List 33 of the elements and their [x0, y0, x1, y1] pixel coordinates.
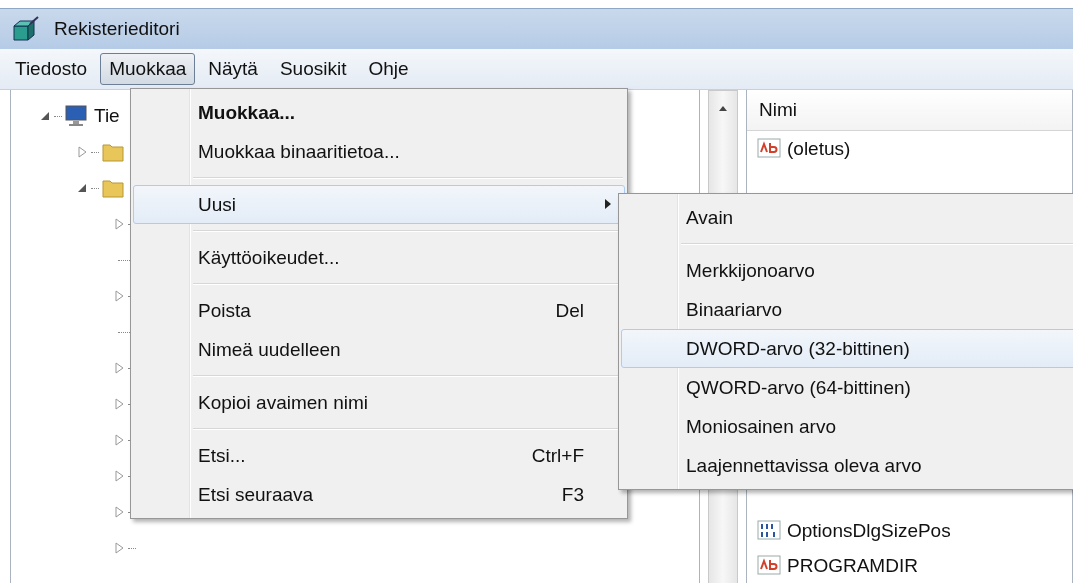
menu-item[interactable]: QWORD-arvo (64-bittinen): [621, 368, 1073, 407]
menu-item[interactable]: Binaariarvo: [621, 290, 1073, 329]
menu-bar-item[interactable]: Tiedosto: [6, 53, 97, 85]
menu-bar-item[interactable]: Muokkaa: [100, 53, 196, 85]
expand-arrow-icon[interactable]: [112, 541, 126, 555]
expand-arrow-icon[interactable]: [112, 433, 126, 447]
value-name[interactable]: OptionsDlgSizePos: [787, 519, 951, 542]
computer-icon: [64, 104, 88, 128]
menu-item[interactable]: Merkkijonoarvo: [621, 251, 1073, 290]
expand-arrow-icon[interactable]: [75, 145, 89, 159]
menu-bar-item[interactable]: Suosikit: [270, 53, 356, 85]
value-name[interactable]: (oletus): [787, 137, 851, 160]
expand-arrow-icon[interactable]: [112, 289, 126, 303]
menu-item[interactable]: Muokkaa binaaritietoa...: [133, 132, 625, 171]
menu-bar-item[interactable]: Ohje: [359, 53, 418, 85]
menu-item[interactable]: Uusi: [133, 185, 625, 224]
registry-cubes-icon: [12, 16, 40, 42]
menu-bar-item[interactable]: Näytä: [199, 53, 267, 85]
menu-item[interactable]: Muokkaa...: [133, 93, 625, 132]
submenu-arrow-icon: [604, 198, 612, 210]
expand-arrow-icon[interactable]: [112, 361, 126, 375]
menu-item[interactable]: DWORD-arvo (32-bittinen): [621, 329, 1073, 368]
string-value-icon: [757, 137, 781, 160]
value-name[interactable]: PROGRAMDIR: [787, 554, 918, 577]
tree-item[interactable]: Tie: [94, 105, 120, 127]
expand-arrow-icon[interactable]: [112, 469, 126, 483]
binary-value-icon: [757, 519, 781, 542]
expand-arrow-icon[interactable]: [112, 397, 126, 411]
expand-arrow-icon[interactable]: [112, 505, 126, 519]
string-value-icon: [757, 554, 781, 577]
menu-item[interactable]: Moniosainen arvo: [621, 407, 1073, 446]
expand-arrow-icon[interactable]: [112, 217, 126, 231]
window-title: Rekisterieditori: [54, 18, 180, 40]
